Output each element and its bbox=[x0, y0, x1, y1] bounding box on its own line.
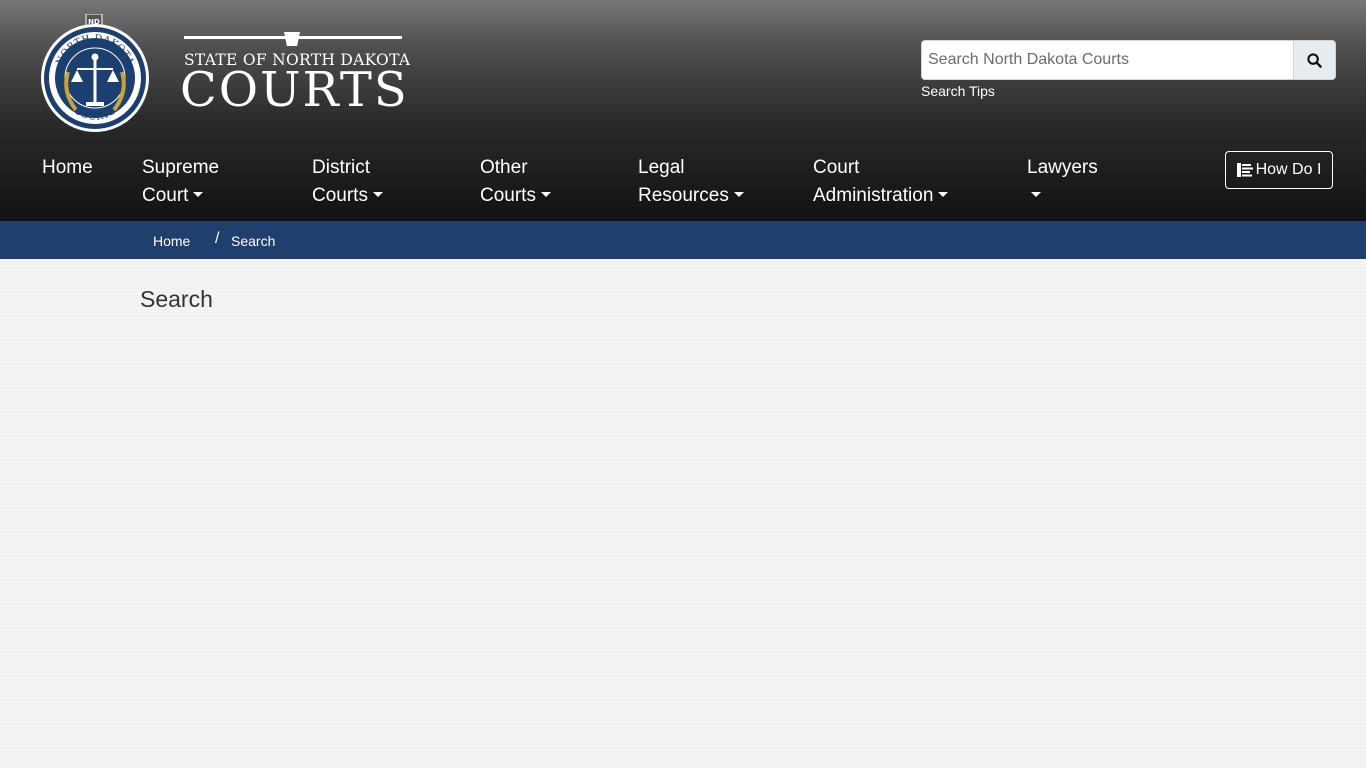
breadcrumb-separator: / bbox=[215, 230, 220, 247]
site-header: ND NORTH DAKOTA COURTS STATE OF NORTH DA… bbox=[0, 0, 1366, 221]
search-tips-link[interactable]: Search Tips bbox=[921, 83, 995, 99]
site-search-input[interactable] bbox=[921, 40, 1294, 80]
nav-home[interactable]: Home bbox=[42, 154, 93, 182]
nav-district-courts-label-line2: Courts bbox=[312, 185, 368, 206]
caret-down-icon bbox=[372, 192, 383, 198]
nav-district-courts[interactable]: District Courts bbox=[312, 154, 383, 210]
nav-supreme-court-label-line1: Supreme bbox=[142, 157, 220, 178]
caret-down-icon bbox=[193, 192, 204, 198]
nav-district-courts-label-line1: District bbox=[312, 157, 371, 178]
align-left-icon bbox=[1236, 163, 1253, 177]
nav-court-administration-label-line1: Court bbox=[813, 157, 860, 178]
nav-other-courts-label-line1: Other bbox=[480, 157, 528, 178]
nav-court-administration-label-line2: Administration bbox=[813, 185, 934, 206]
caret-down-icon bbox=[733, 192, 744, 198]
keystone-icon bbox=[284, 32, 300, 46]
nav-legal-resources-label-line1: Legal bbox=[638, 157, 685, 178]
breadcrumb-home-link[interactable]: Home bbox=[153, 233, 190, 249]
page-title: Search bbox=[140, 286, 213, 312]
search-submit-button[interactable] bbox=[1293, 40, 1336, 80]
caret-down-icon bbox=[1031, 192, 1041, 198]
nav-supreme-court-label-line2: Court bbox=[142, 185, 189, 206]
site-search-form bbox=[921, 40, 1336, 80]
caret-down-icon bbox=[938, 192, 949, 198]
how-do-i-label: How Do I bbox=[1255, 161, 1322, 178]
nav-lawyers-label: Lawyers bbox=[1027, 157, 1098, 178]
search-icon bbox=[1307, 52, 1322, 68]
nav-legal-resources[interactable]: Legal Resources bbox=[638, 154, 744, 210]
main-content bbox=[0, 259, 1366, 768]
how-do-i-button[interactable]: How Do I bbox=[1225, 151, 1333, 189]
nav-other-courts-label-line2: Courts bbox=[480, 185, 536, 206]
nav-home-label: Home bbox=[42, 157, 93, 178]
caret-down-icon bbox=[540, 192, 551, 198]
nav-court-administration[interactable]: Court Administration bbox=[813, 154, 949, 210]
wordmark-courts: COURTS bbox=[180, 62, 409, 118]
nav-legal-resources-label-line2: Resources bbox=[638, 185, 729, 206]
nav-other-courts[interactable]: Other Courts bbox=[480, 154, 551, 210]
north-dakota-courts-seal-logo[interactable]: ND NORTH DAKOTA COURTS bbox=[40, 14, 150, 134]
nav-lawyers[interactable]: Lawyers bbox=[1027, 154, 1098, 210]
nav-supreme-court[interactable]: Supreme Court bbox=[142, 154, 219, 210]
site-wordmark-logo[interactable]: STATE OF NORTH DAKOTA COURTS bbox=[180, 30, 410, 120]
breadcrumb: Home / Search bbox=[0, 221, 1366, 259]
breadcrumb-current: Search bbox=[231, 233, 276, 249]
